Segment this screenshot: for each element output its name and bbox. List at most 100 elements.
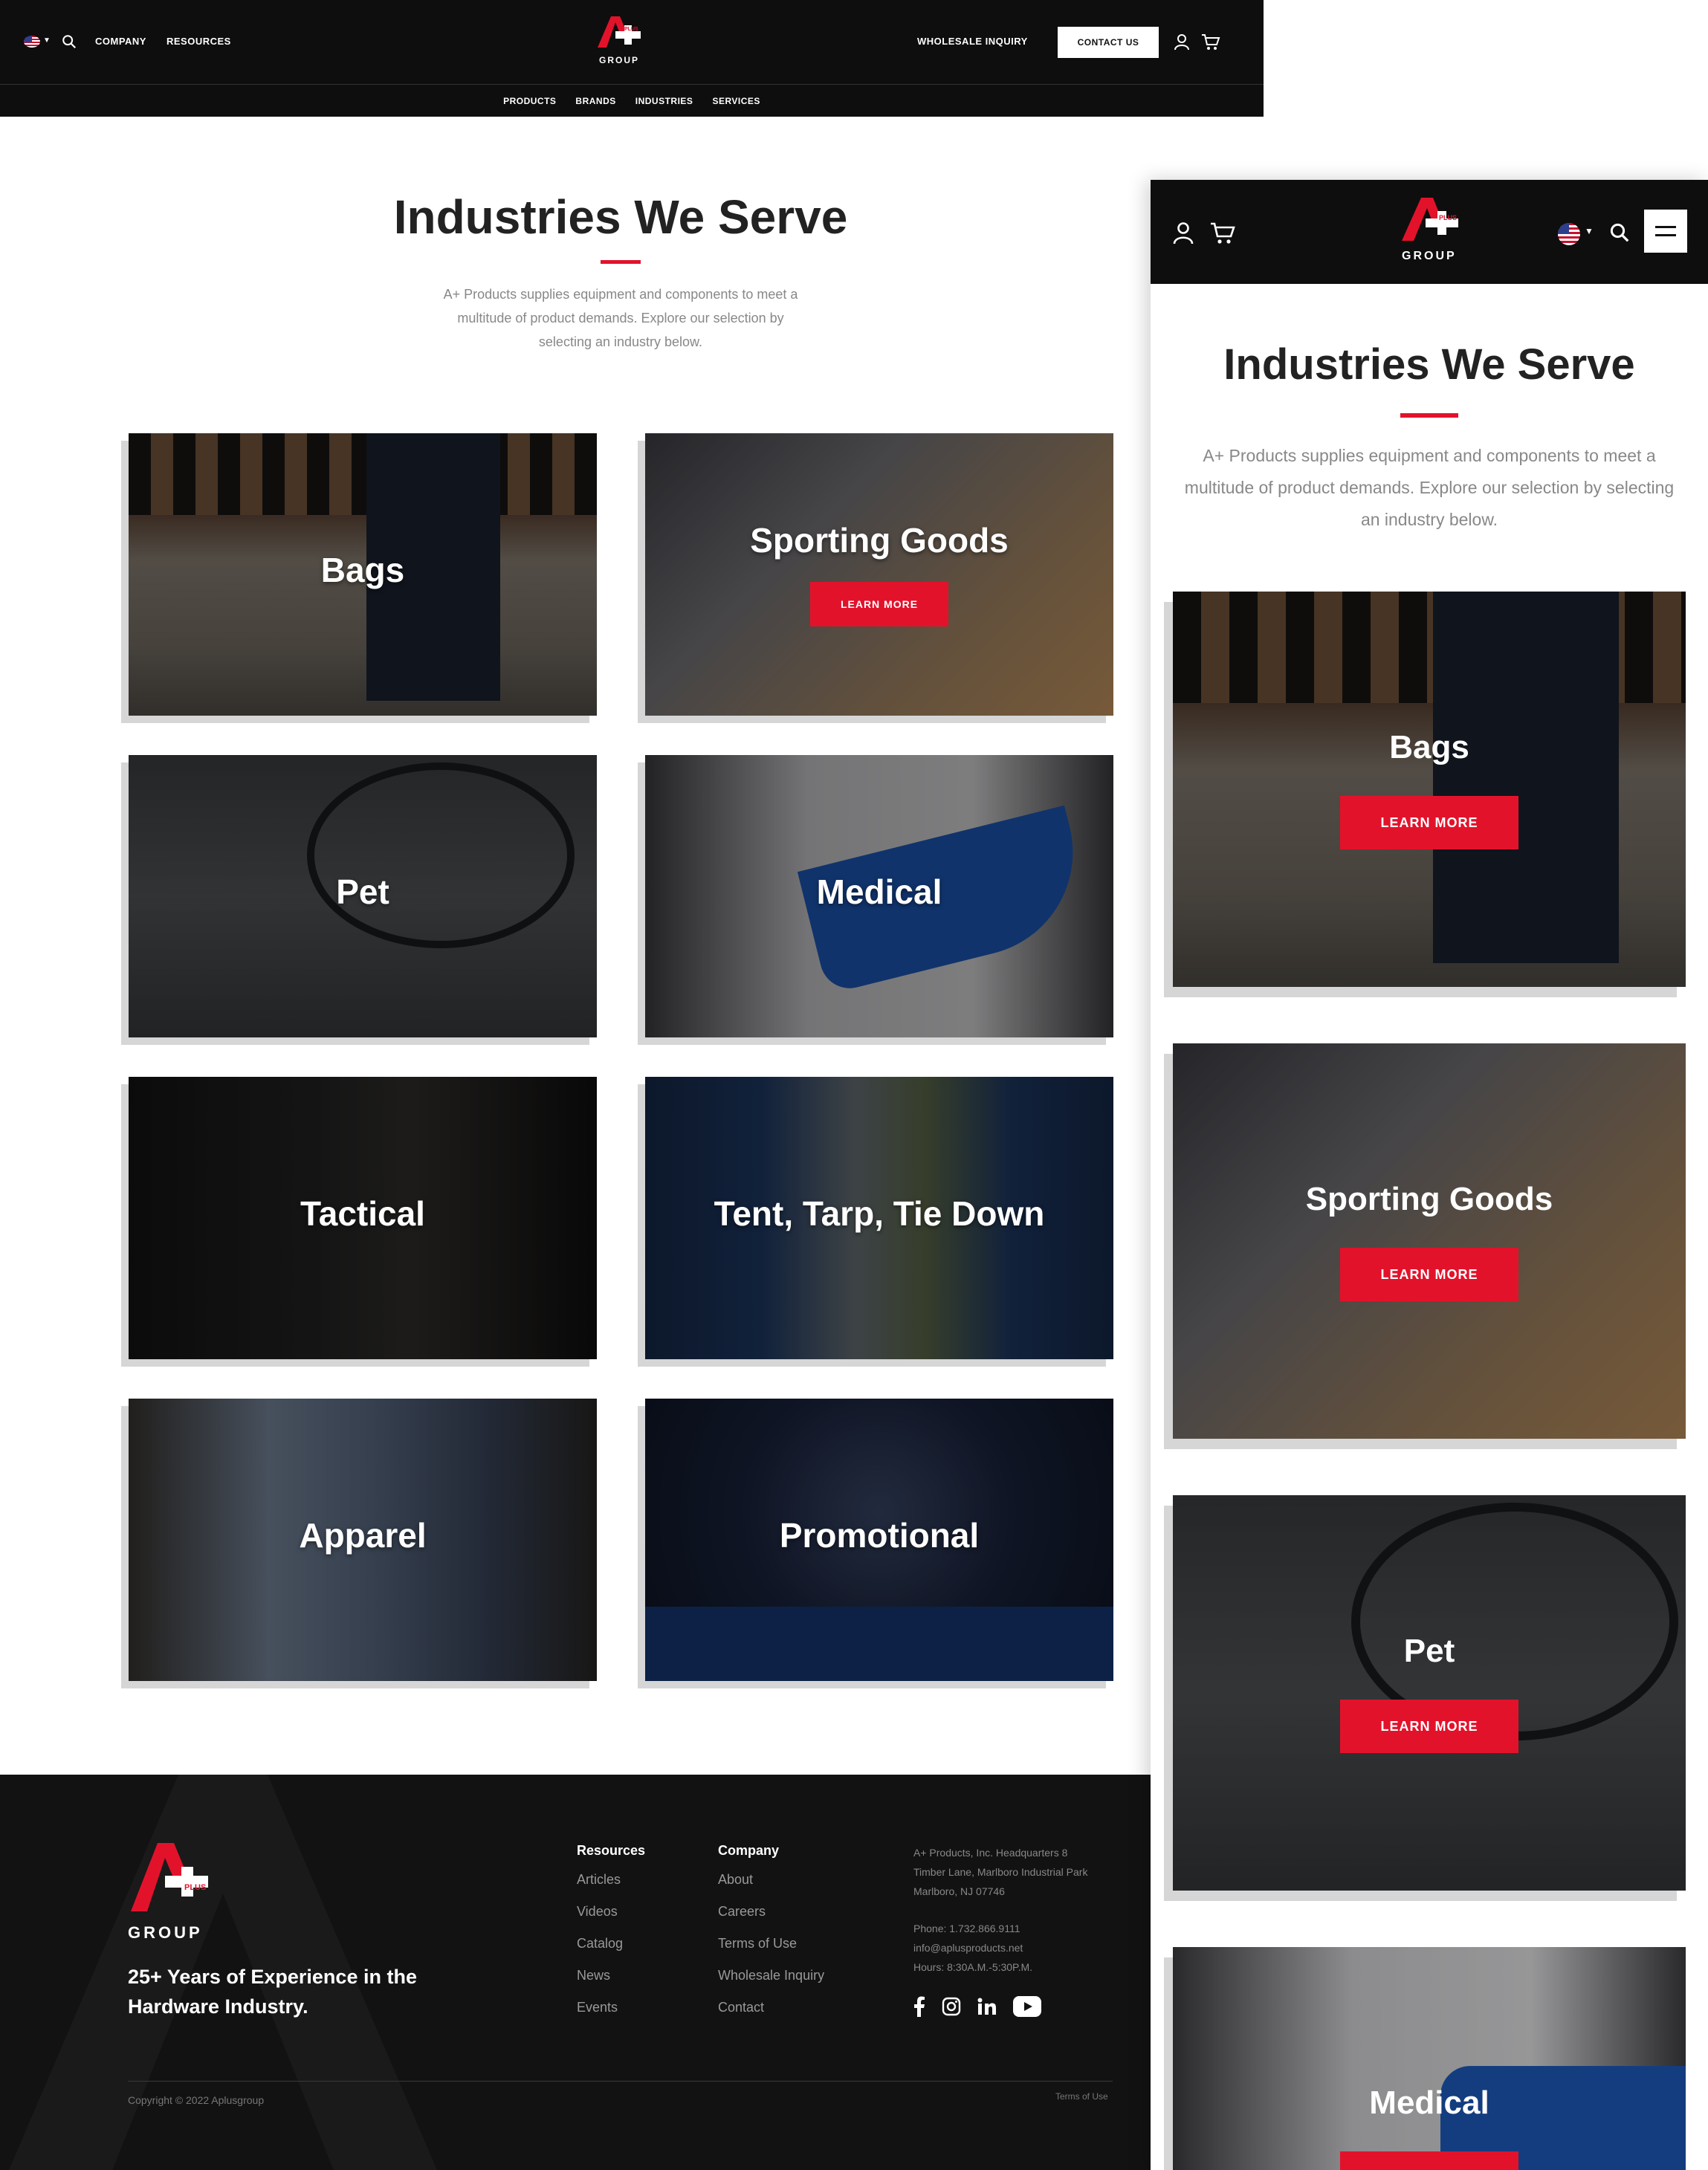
card-title: Apparel bbox=[299, 1516, 427, 1555]
learn-more-button[interactable]: LEARN MORE bbox=[1340, 796, 1518, 849]
card-title: Sporting Goods bbox=[750, 521, 1009, 560]
sub-navigation: PRODUCTS BRANDS INDUSTRIES SERVICES bbox=[0, 85, 1264, 117]
card-title: Medical bbox=[1369, 2085, 1489, 2121]
page-title: Industries We Serve bbox=[393, 190, 848, 244]
card-title: Bags bbox=[1389, 729, 1469, 765]
logo[interactable]: PLUS GROUP bbox=[1399, 196, 1461, 262]
hamburger-icon bbox=[1655, 226, 1676, 228]
industry-card-bags[interactable]: Bags LEARN MORE bbox=[1173, 592, 1686, 987]
footer-link-contact[interactable]: Contact bbox=[718, 2000, 824, 2032]
industry-card-sporting-goods[interactable]: Sporting Goods LEARN MORE bbox=[1173, 1043, 1686, 1439]
intro-text: A+ Products supplies equipment and compo… bbox=[443, 287, 798, 349]
search-icon[interactable] bbox=[61, 33, 77, 50]
address-line: Timber Lane, Marlboro Industrial Park bbox=[913, 1866, 1088, 1878]
industry-card-bags[interactable]: Bags bbox=[129, 433, 597, 716]
footer-link-about[interactable]: About bbox=[718, 1872, 824, 1904]
mobile-header: PLUS GROUP ▼ bbox=[1151, 180, 1708, 284]
industry-card-medical[interactable]: Medical bbox=[1173, 1947, 1686, 2170]
hours-text: Hours: 8:30A.M.-5:30P.M. bbox=[913, 1961, 1033, 1973]
wholesale-inquiry-link[interactable]: WHOLESALE INQUIRY bbox=[917, 36, 1028, 47]
logo-mark-icon bbox=[598, 16, 641, 48]
learn-more-button[interactable] bbox=[1340, 2151, 1518, 2170]
nav-products[interactable]: PRODUCTS bbox=[503, 96, 556, 106]
learn-more-button[interactable]: LEARN MORE bbox=[810, 582, 948, 626]
cart-icon[interactable] bbox=[1201, 33, 1220, 51]
footer-address: A+ Products, Inc. Headquarters 8 Timber … bbox=[913, 1843, 1129, 1977]
learn-more-button[interactable]: LEARN MORE bbox=[1340, 1248, 1518, 1301]
mobile-view: PLUS GROUP ▼ Industries We Serve A+ Prod… bbox=[1151, 180, 1708, 2170]
footer-logo[interactable]: PLUS GROUP bbox=[128, 1840, 210, 1942]
card-title: Sporting Goods bbox=[1305, 1181, 1553, 1217]
title-underline bbox=[1400, 413, 1458, 418]
industry-card-medical[interactable]: Medical bbox=[645, 755, 1113, 1037]
logo-text: GROUP bbox=[599, 55, 640, 65]
search-icon[interactable] bbox=[1608, 221, 1631, 244]
nav-industries[interactable]: INDUSTRIES bbox=[635, 96, 693, 106]
us-flag-icon[interactable] bbox=[24, 36, 40, 48]
footer-link-news[interactable]: News bbox=[577, 1968, 645, 2000]
page-title: Industries We Serve bbox=[1223, 340, 1635, 389]
logo[interactable]: PLUS GROUP bbox=[595, 15, 642, 65]
footer: PLUS GROUP 25+ Years of Experience in th… bbox=[0, 1775, 1151, 2170]
terms-of-use-link[interactable]: Terms of Use bbox=[1055, 2091, 1108, 2102]
nav-company[interactable]: COMPANY bbox=[95, 36, 146, 47]
menu-button[interactable] bbox=[1644, 210, 1687, 253]
email-link[interactable]: info@aplusproducts.net bbox=[913, 1938, 1129, 1957]
logo-text: GROUP bbox=[1402, 250, 1457, 262]
industry-card-promotional[interactable]: Promotional bbox=[645, 1399, 1113, 1681]
logo-text: GROUP bbox=[128, 1923, 203, 1942]
intro-text: A+ Products supplies equipment and compo… bbox=[1184, 446, 1675, 529]
card-title: Tent, Tarp, Tie Down bbox=[714, 1194, 1045, 1233]
footer-heading: Company bbox=[718, 1843, 780, 1858]
industry-card-apparel[interactable]: Apparel bbox=[129, 1399, 597, 1681]
footer-link-careers[interactable]: Careers bbox=[718, 1904, 824, 1936]
caret-down-icon[interactable]: ▼ bbox=[1585, 226, 1594, 236]
user-icon[interactable] bbox=[1173, 33, 1191, 51]
address-line: Marlboro, NJ 07746 bbox=[913, 1885, 1005, 1897]
top-bar: ▼ COMPANY RESOURCES PLUS GROUP WHOLESALE… bbox=[0, 0, 1264, 85]
footer-resources: Resources Articles Videos Catalog News E… bbox=[577, 1843, 645, 2032]
youtube-icon[interactable] bbox=[1013, 1996, 1041, 2017]
title-underline bbox=[601, 260, 641, 264]
learn-more-button[interactable]: LEARN MORE bbox=[1340, 1700, 1518, 1753]
industry-card-pet[interactable]: Pet LEARN MORE bbox=[1173, 1495, 1686, 1891]
nav-resources[interactable]: RESOURCES bbox=[166, 36, 231, 47]
cart-icon[interactable] bbox=[1210, 221, 1235, 244]
phone-text: Phone: 1.732.866.9111 bbox=[913, 1923, 1020, 1934]
footer-link-articles[interactable]: Articles bbox=[577, 1872, 645, 1904]
footer-link-terms[interactable]: Terms of Use bbox=[718, 1936, 824, 1968]
address-line: A+ Products, Inc. Headquarters 8 bbox=[913, 1847, 1068, 1859]
footer-link-wholesale[interactable]: Wholesale Inquiry bbox=[718, 1968, 824, 2000]
desktop-header: ▼ COMPANY RESOURCES PLUS GROUP WHOLESALE… bbox=[0, 0, 1264, 117]
desktop-view: ▼ COMPANY RESOURCES PLUS GROUP WHOLESALE… bbox=[0, 0, 1264, 2170]
caret-down-icon[interactable]: ▼ bbox=[43, 36, 51, 45]
industry-card-tactical[interactable]: Tactical bbox=[129, 1077, 597, 1359]
industry-card-sporting-goods[interactable]: Sporting Goods LEARN MORE bbox=[645, 433, 1113, 716]
card-title: Medical bbox=[816, 872, 942, 911]
footer-company: Company About Careers Terms of Use Whole… bbox=[718, 1843, 824, 2032]
nav-brands[interactable]: BRANDS bbox=[575, 96, 615, 106]
logo-badge: PLUS bbox=[624, 27, 638, 32]
footer-link-events[interactable]: Events bbox=[577, 2000, 645, 2032]
industry-card-pet[interactable]: Pet bbox=[129, 755, 597, 1037]
card-title: Pet bbox=[336, 872, 389, 911]
nav-services[interactable]: SERVICES bbox=[712, 96, 760, 106]
card-title: Pet bbox=[1403, 1633, 1455, 1669]
us-flag-icon[interactable] bbox=[1558, 223, 1580, 245]
facebook-icon[interactable] bbox=[913, 1996, 925, 2017]
logo-badge: PLUS bbox=[1439, 214, 1458, 221]
footer-link-catalog[interactable]: Catalog bbox=[577, 1936, 645, 1968]
instagram-icon[interactable] bbox=[942, 1997, 961, 2016]
contact-us-button[interactable]: CONTACT US bbox=[1058, 27, 1159, 58]
linkedin-icon[interactable] bbox=[977, 1998, 997, 2015]
logo-mark-icon bbox=[131, 1843, 208, 1911]
footer-heading: Resources bbox=[577, 1843, 646, 1858]
footer-link-videos[interactable]: Videos bbox=[577, 1904, 645, 1936]
footer-divider bbox=[128, 2081, 1113, 2082]
logo-badge: PLUS bbox=[184, 1883, 207, 1892]
card-title: Promotional bbox=[779, 1516, 980, 1555]
card-title: Bags bbox=[320, 551, 405, 589]
card-title: Tactical bbox=[300, 1194, 425, 1233]
user-icon[interactable] bbox=[1173, 221, 1194, 244]
industry-card-tent-tarp-tie-down[interactable]: Tent, Tarp, Tie Down bbox=[645, 1077, 1113, 1359]
